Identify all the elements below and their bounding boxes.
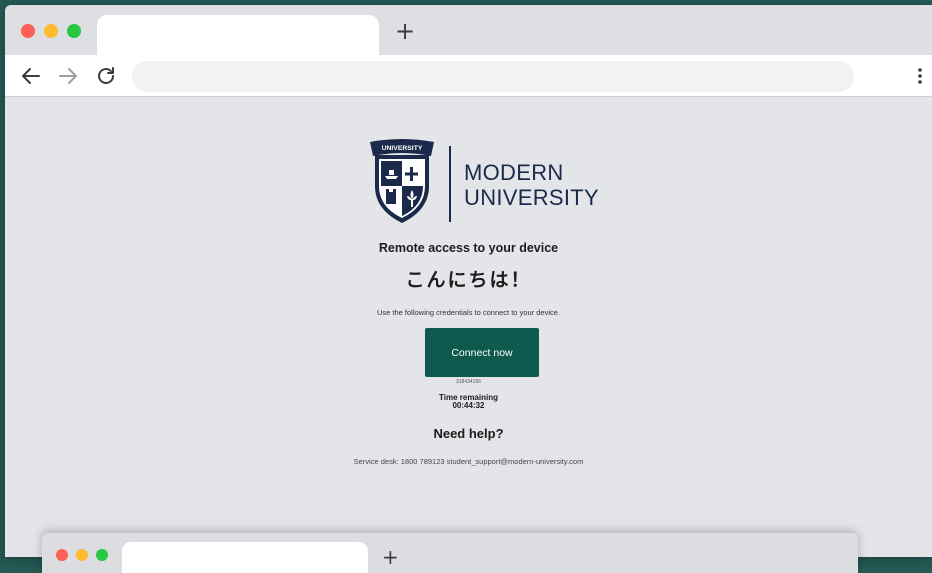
page-content: UNIVERSITY MODERN UNIVERSITY Remote acce… — [5, 98, 932, 557]
maximize-window-button[interactable] — [67, 24, 81, 38]
close-window-button[interactable] — [56, 549, 68, 561]
plus-icon[interactable]: + — [394, 19, 416, 43]
kebab-menu-icon[interactable] — [912, 66, 928, 86]
plus-icon[interactable]: + — [382, 545, 399, 569]
browser-tab-active[interactable] — [97, 15, 379, 55]
arrow-left-icon[interactable] — [19, 64, 43, 88]
minimize-window-button[interactable] — [76, 549, 88, 561]
page-subtitle: Remote access to your device — [378, 241, 559, 255]
crest-banner-text: UNIVERSITY — [382, 145, 423, 152]
close-window-button[interactable] — [21, 24, 35, 38]
tab-strip: + — [5, 5, 932, 55]
connect-now-button[interactable]: Connect now — [425, 328, 539, 377]
browser-tab[interactable] — [122, 542, 368, 573]
logo-wordmark: MODERN UNIVERSITY — [464, 160, 599, 210]
minimize-window-button[interactable] — [44, 24, 58, 38]
browser-window: + UNIVERSITY MODERN UNIVERSITY Remote ac… — [5, 5, 932, 557]
time-remaining-value: 00:44:32 — [452, 401, 485, 410]
logo-line-2: UNIVERSITY — [464, 185, 600, 210]
reload-icon[interactable] — [94, 64, 118, 88]
university-logo: UNIVERSITY MODERN UNIVERSITY — [367, 138, 607, 228]
instructions-text: Use the following credentials to connect… — [376, 308, 561, 317]
address-bar[interactable] — [132, 61, 854, 92]
background-browser-window[interactable]: + — [42, 533, 858, 573]
maximize-window-button[interactable] — [96, 549, 108, 561]
need-help-heading: Need help? — [433, 426, 504, 441]
greeting-heading: こんにちは！ — [405, 269, 532, 291]
logo-line-1: MODERN — [464, 160, 564, 185]
logo-divider — [449, 146, 451, 222]
crest-icon: UNIVERSITY — [370, 139, 434, 223]
access-code: 318434156 — [455, 379, 482, 385]
arrow-right-icon[interactable] — [56, 64, 80, 88]
browser-toolbar — [5, 55, 932, 97]
service-desk-text: Service desk: 1800 789123 student_suppor… — [353, 457, 584, 466]
